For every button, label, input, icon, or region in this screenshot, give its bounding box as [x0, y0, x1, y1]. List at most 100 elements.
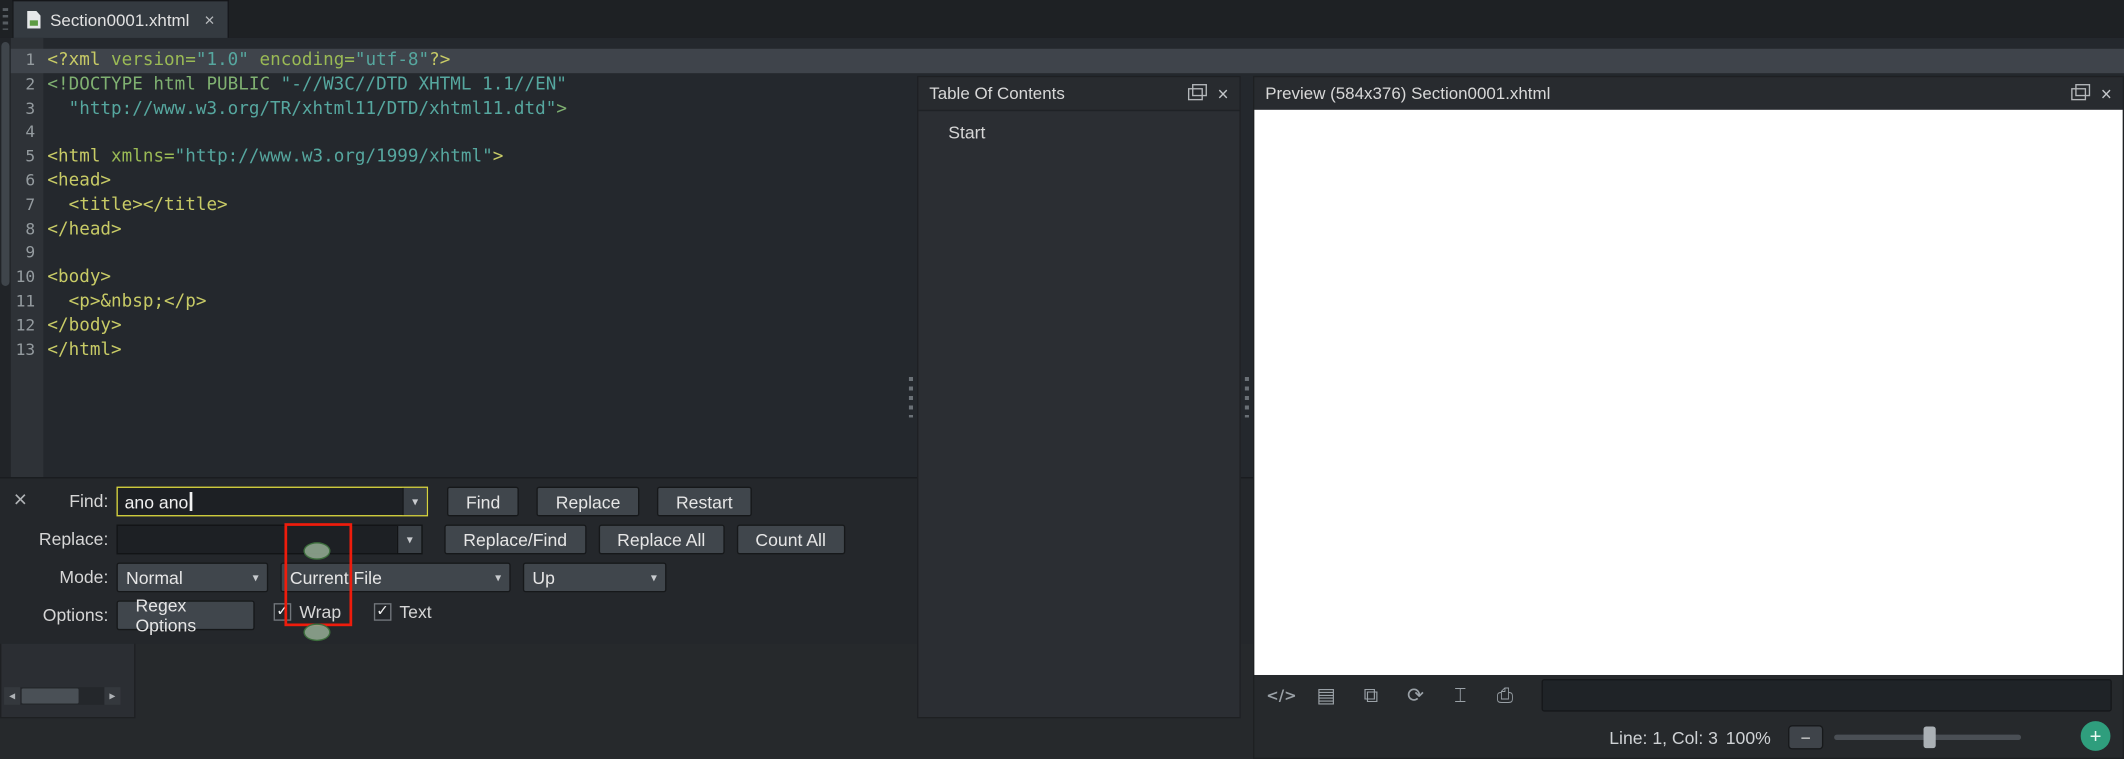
code-line-1[interactable]: 1<?xml version="1.0" encoding="utf-8"?>: [11, 49, 2124, 73]
html-file-icon: [27, 11, 41, 29]
tabbar-grip-icon[interactable]: [3, 8, 8, 30]
close-panel-icon[interactable]: ×: [2095, 84, 2117, 103]
line-number: 3: [11, 97, 44, 121]
checkbox-text[interactable]: ✓ Text: [374, 602, 432, 622]
copy-icon[interactable]: ⧉: [1353, 679, 1388, 712]
code-text: <title></title>: [43, 194, 227, 218]
find-button[interactable]: Find: [447, 487, 519, 517]
line-number: 8: [11, 218, 44, 242]
restart-button[interactable]: Restart: [657, 487, 752, 517]
code-text: <body>: [43, 266, 111, 290]
refresh-icon[interactable]: ⟳: [1398, 679, 1433, 712]
chevron-down-icon: ▾: [640, 570, 657, 585]
preview-toolbar-bar: [1542, 679, 2112, 712]
toc-header: Table Of Contents ×: [918, 77, 1239, 111]
replace-buttons-row: Replace/Find Replace All Count All: [444, 525, 845, 555]
zoom-slider-thumb[interactable]: [1924, 726, 1936, 748]
code-text: </html>: [43, 338, 121, 362]
close-tab-icon[interactable]: ×: [204, 9, 214, 29]
code-text: <head>: [43, 169, 111, 193]
hscroll-track[interactable]: [20, 687, 104, 705]
mode-dropdown-normal[interactable]: Normal▾: [116, 562, 268, 592]
preview-viewport[interactable]: [1254, 110, 2122, 675]
code-text: </head>: [43, 218, 121, 242]
replace-dropdown-icon[interactable]: ▾: [397, 526, 421, 553]
scroll-left-icon[interactable]: ◂: [4, 687, 20, 705]
line-number: 11: [11, 290, 44, 314]
line-number: 13: [11, 338, 44, 362]
editor-vscrollbar[interactable]: [0, 38, 11, 477]
splitter-handle[interactable]: [1241, 76, 1253, 718]
code-text: [43, 242, 47, 266]
annotation-dot-top: [303, 542, 330, 560]
annotation-dot-bottom: [303, 623, 330, 641]
close-panel-icon[interactable]: ×: [1212, 84, 1234, 103]
toc-title: Table Of Contents: [929, 84, 1182, 103]
line-number: 4: [11, 121, 44, 145]
count-all-button[interactable]: Count All: [736, 525, 844, 555]
code-view-icon[interactable]: </>: [1264, 679, 1299, 712]
splitter-dots-icon: [909, 377, 913, 418]
preview-toolbar: </> ▤ ⧉ ⟳ ⌶ ⎙: [1254, 675, 2122, 716]
preview-header: Preview (584x376) Section0001.xhtml ×: [1254, 77, 2122, 111]
mode-label: Mode:: [0, 567, 108, 587]
splitter-dots-icon: [1245, 377, 1249, 418]
zoom-out-button[interactable]: −: [1788, 725, 1823, 749]
code-text: <p>&nbsp;</p>: [43, 290, 206, 314]
replace-all-button[interactable]: Replace All: [598, 525, 724, 555]
tab-section0001[interactable]: Section0001.xhtml ×: [12, 0, 229, 38]
mode-dropdowns-row: Normal▾Current File▾Up▾: [116, 562, 666, 592]
line-number: 5: [11, 145, 44, 169]
sigil-window: untitled.epub - epub2.0 - Sigil [std] ◀ …: [0, 0, 2124, 759]
code-text: <html xmlns="http://www.w3.org/1999/xhtm…: [43, 145, 503, 169]
checkbox-label: Text: [399, 602, 431, 622]
chevron-down-icon: ▾: [242, 570, 259, 585]
scroll-right-icon[interactable]: ▸: [104, 687, 120, 705]
code-text: [43, 121, 47, 145]
find-value: ano ano: [125, 491, 189, 511]
float-panel-icon[interactable]: [2071, 87, 2086, 99]
book-browser-hscrollbar[interactable]: ◂ ▸: [4, 687, 120, 705]
hscroll-thumb[interactable]: [22, 689, 79, 704]
zoom-in-button[interactable]: +: [2081, 721, 2111, 751]
toc-item-start[interactable]: Start: [918, 119, 1239, 146]
find-buttons-row: Find Replace Restart: [447, 487, 752, 517]
splitter-handle[interactable]: [905, 76, 917, 718]
vscroll-thumb[interactable]: [1, 42, 9, 286]
print-icon[interactable]: ⎙: [1487, 679, 1522, 712]
code-text: "http://www.w3.org/TR/xhtml11/DTD/xhtml1…: [43, 97, 567, 121]
code-text: </body>: [43, 314, 121, 338]
code-text: <?xml version="1.0" encoding="utf-8"?>: [43, 49, 450, 73]
find-dropdown-icon[interactable]: ▾: [402, 488, 426, 515]
cursor-icon[interactable]: ⌶: [1443, 679, 1478, 712]
tab-label: Section0001.xhtml: [50, 10, 189, 29]
options-label: Options:: [0, 605, 108, 625]
tab-bar: Section0001.xhtml ×: [0, 0, 2124, 38]
float-panel-icon[interactable]: [1188, 87, 1203, 99]
replace-button[interactable]: Replace: [537, 487, 640, 517]
select-all-icon[interactable]: ▤: [1309, 679, 1344, 712]
line-number: 1: [11, 49, 44, 73]
text-cursor: [190, 492, 193, 511]
status-line-col: Line: 1, Col: 3: [1609, 728, 1718, 748]
mode-dropdown-up[interactable]: Up▾: [523, 562, 667, 592]
find-label: Find:: [0, 491, 108, 511]
replace-find-button[interactable]: Replace/Find: [444, 525, 586, 555]
chevron-down-icon: ▾: [484, 570, 501, 585]
editor-panel: Section0001.xhtml × 1<?xml version="1.0"…: [0, 0, 769, 642]
regex-options-button[interactable]: Regex Options: [116, 600, 254, 630]
replace-label: Replace:: [0, 529, 108, 549]
annotation-rectangle: [284, 523, 352, 626]
toc-panel: Table Of Contents × Start: [917, 76, 1241, 718]
checkbox-text-box[interactable]: ✓: [374, 603, 392, 621]
line-number: 10: [11, 266, 44, 290]
line-number: 9: [11, 242, 44, 266]
dropdown-value: Up: [532, 567, 640, 587]
line-number: 2: [11, 73, 44, 97]
replace-input[interactable]: ▾: [116, 525, 422, 555]
zoom-slider[interactable]: [1834, 735, 2021, 740]
preview-panel: Preview (584x376) Section0001.xhtml × </…: [1253, 76, 2124, 759]
line-number: 6: [11, 169, 44, 193]
line-number: 7: [11, 194, 44, 218]
find-input[interactable]: ano ano ▾: [116, 487, 428, 517]
